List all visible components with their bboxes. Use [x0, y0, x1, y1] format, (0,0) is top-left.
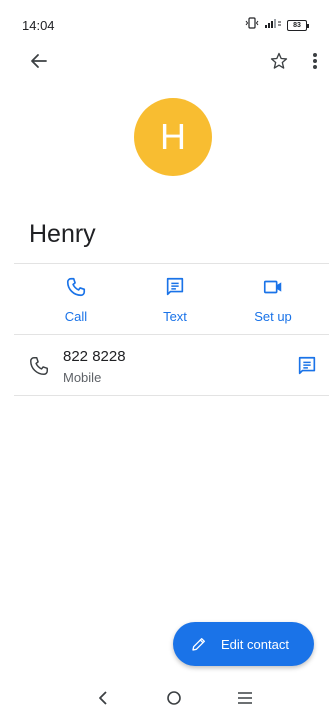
- status-time: 14:04: [22, 18, 55, 33]
- pencil-icon: [191, 636, 207, 652]
- divider: [14, 334, 329, 335]
- phone-icon: [28, 355, 50, 382]
- top-app-bar: [0, 48, 329, 78]
- vibrate-icon: [245, 16, 259, 34]
- contact-name: Henry: [29, 220, 96, 248]
- nav-back-button[interactable]: [88, 687, 118, 713]
- text-button[interactable]: Text: [140, 276, 210, 324]
- favorite-button[interactable]: [264, 48, 294, 78]
- avatar: H: [134, 98, 212, 176]
- edit-contact-label: Edit contact: [221, 636, 289, 652]
- more-options-button[interactable]: [300, 48, 329, 78]
- navigation-bar: [0, 685, 329, 717]
- nav-home-icon: [166, 690, 182, 711]
- back-arrow-icon: [30, 52, 48, 75]
- nav-menu-icon: [237, 691, 253, 710]
- phone-icon: [65, 276, 87, 303]
- message-icon[interactable]: [296, 355, 318, 382]
- text-label: Text: [163, 309, 187, 324]
- phone-number: 822 8228: [63, 348, 126, 365]
- action-row: Call Text Set up: [0, 276, 329, 326]
- call-label: Call: [64, 309, 88, 324]
- call-button[interactable]: Call: [41, 276, 111, 324]
- phone-type: Mobile: [63, 370, 102, 385]
- phone-number-row[interactable]: 822 8228 Mobile: [0, 345, 329, 395]
- nav-back-icon: [97, 690, 109, 711]
- message-icon: [164, 276, 186, 303]
- video-icon: [262, 276, 284, 303]
- edit-contact-button[interactable]: Edit contact: [173, 622, 314, 666]
- divider: [14, 395, 329, 396]
- setup-label: Set up: [254, 309, 292, 324]
- signal-icon: [264, 16, 282, 34]
- back-button[interactable]: [24, 48, 54, 78]
- divider: [14, 263, 329, 264]
- star-outline-icon: [269, 51, 289, 76]
- status-bar: 14:04 83: [0, 0, 329, 40]
- status-icons: 83: [245, 16, 309, 34]
- setup-video-button[interactable]: Set up: [238, 276, 308, 324]
- nav-menu-button[interactable]: [230, 687, 260, 713]
- battery-icon: 83: [287, 19, 309, 31]
- more-vert-icon: [312, 52, 318, 75]
- nav-home-button[interactable]: [159, 687, 189, 713]
